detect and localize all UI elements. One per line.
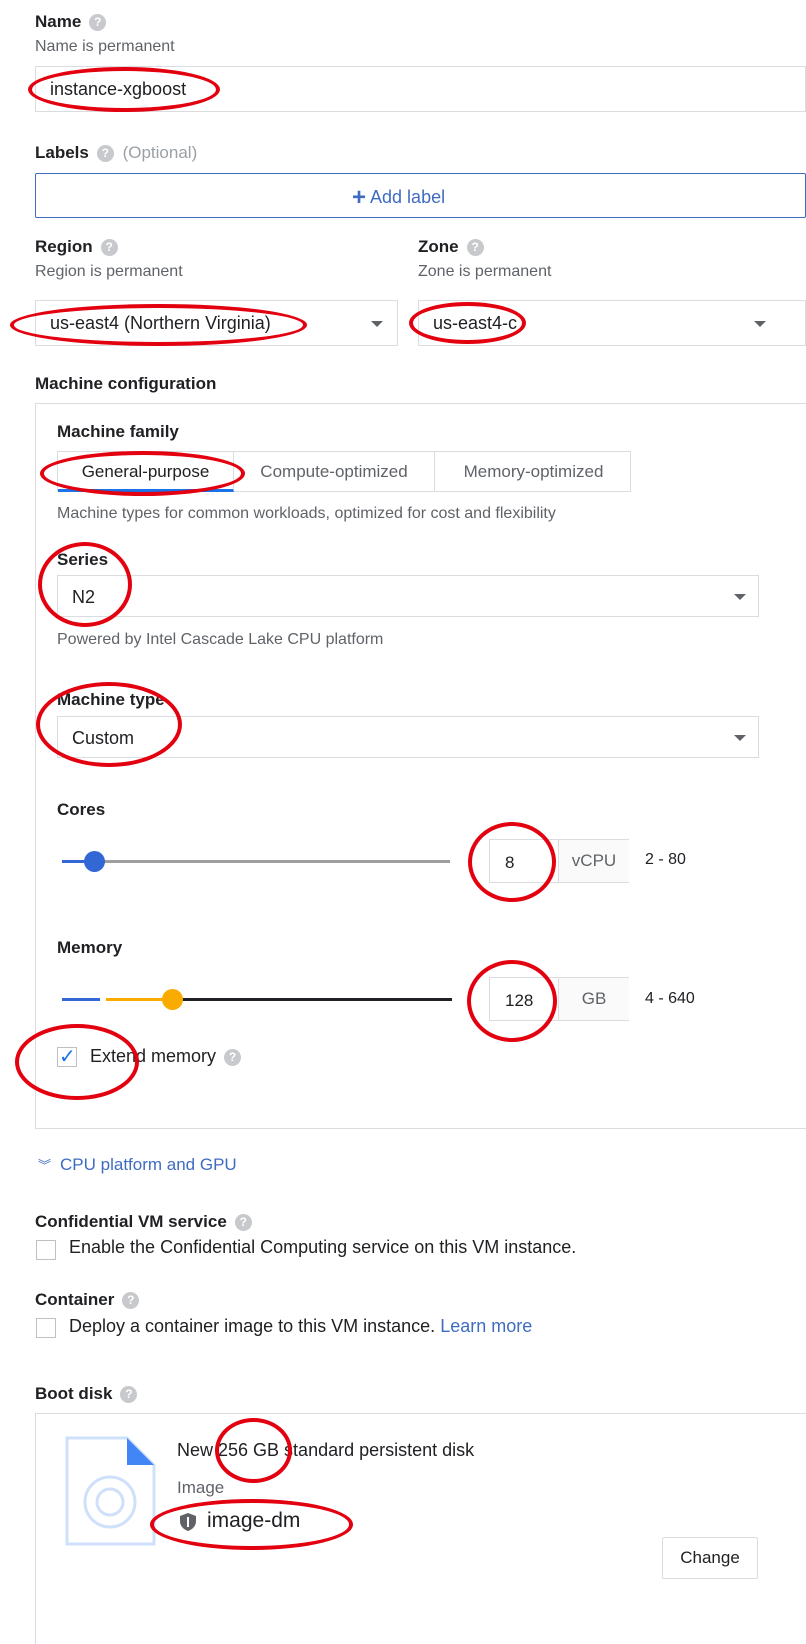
help-icon[interactable]: ? [100,239,118,256]
add-label-text: Add label [370,187,446,207]
region-hint: Region is permanent [35,263,183,280]
tab-compute-optimized[interactable]: Compute-optimized [234,452,435,492]
memory-label: Memory [57,938,123,957]
memory-slider-extended-segment [62,998,100,1001]
memory-input[interactable]: 128 GB [489,977,629,1021]
boot-disk-image-label: Image [177,1478,225,1497]
labels-optional: (Optional) [122,143,198,162]
cores-input[interactable]: 8 vCPU [489,839,629,883]
machine-type-select[interactable]: Custom [57,716,759,758]
machine-type-label: Machine type [57,690,165,709]
machine-family-tabs: General-purpose Compute-optimized Memory… [57,451,631,492]
help-icon[interactable]: ? [224,1049,242,1066]
cores-slider-track[interactable] [62,860,450,863]
help-icon[interactable]: ? [89,14,107,31]
confidential-checkbox-label: Enable the Confidential Computing servic… [69,1237,577,1257]
machine-family-desc: Machine types for common workloads, opti… [57,505,556,522]
container-text: Deploy a container image to this VM inst… [69,1316,532,1337]
boot-disk-label: Boot disk? [35,1384,138,1404]
name-input[interactable]: instance-xgboost [35,66,806,112]
memory-input-value: 128 [505,991,534,1010]
dropdown-arrow-icon [371,321,383,327]
shield-icon [180,1513,196,1536]
machine-config-heading: Machine configuration [35,374,217,393]
help-icon[interactable]: ? [234,1214,252,1231]
series-select-value: N2 [72,587,96,607]
memory-slider-thumb[interactable] [161,989,183,1010]
double-chevron-down-icon: ︾ [38,1158,52,1173]
boot-disk-title: New 256 GB standard persistent disk [177,1440,475,1460]
checkmark-icon: ✓ [59,1046,76,1068]
cpu-platform-link[interactable]: ︾ CPU platform and GPU [38,1155,237,1175]
cores-label: Cores [57,800,106,819]
cores-slider-thumb[interactable] [83,851,105,872]
disk-icon [65,1436,156,1551]
zone-hint: Zone is permanent [418,263,552,280]
boot-disk-image-name: image-dm [207,1509,301,1532]
container-checkbox-label: Deploy a container image to this VM inst… [69,1316,436,1336]
zone-label: Zone? [418,237,484,257]
cpu-platform-link-label: CPU platform and GPU [60,1155,237,1174]
labels-label: Labels? (Optional) [35,143,198,162]
add-label-button[interactable]: + Add label [35,173,806,218]
confidential-checkbox[interactable] [36,1240,56,1260]
extend-memory-label: Extend memory [90,1046,217,1066]
zone-select-value: us-east4-c [433,313,518,333]
cores-unit: vCPU [558,840,629,882]
name-input-value: instance-xgboost [50,79,187,99]
cores-range: 2 - 80 [645,851,686,868]
extend-memory-checkbox[interactable]: ✓ [57,1046,77,1068]
memory-unit: GB [558,978,629,1020]
region-select[interactable]: us-east4 (Northern Virginia) [35,300,398,346]
dropdown-arrow-icon [734,735,746,741]
name-hint: Name is permanent [35,38,175,55]
confidential-label: Confidential VM service? [35,1212,252,1232]
help-icon[interactable]: ? [96,145,114,162]
machine-type-select-value: Custom [72,728,135,748]
name-label: Name? [35,12,107,32]
dropdown-arrow-icon [754,321,766,327]
help-icon[interactable]: ? [122,1292,140,1309]
region-label: Region? [35,237,118,257]
plus-icon: + [352,184,367,211]
series-label: Series [57,550,109,569]
container-label: Container? [35,1290,140,1310]
memory-range: 4 - 640 [645,990,695,1007]
tab-general-purpose[interactable]: General-purpose [58,452,234,492]
learn-more-link[interactable]: Learn more [440,1316,532,1336]
help-icon[interactable]: ? [120,1386,138,1403]
help-icon[interactable]: ? [466,239,484,256]
machine-family-label: Machine family [57,422,179,441]
zone-select[interactable]: us-east4-c [418,300,806,346]
tab-memory-optimized[interactable]: Memory-optimized [435,452,632,492]
dropdown-arrow-icon [734,594,746,600]
series-desc: Powered by Intel Cascade Lake CPU platfo… [57,631,384,648]
change-button[interactable]: Change [662,1537,758,1579]
series-select[interactable]: N2 [57,575,759,617]
region-select-value: us-east4 (Northern Virginia) [50,313,271,333]
container-checkbox[interactable] [36,1318,56,1338]
cores-input-value: 8 [505,853,515,872]
extend-memory-text: Extend memory? [90,1046,242,1067]
